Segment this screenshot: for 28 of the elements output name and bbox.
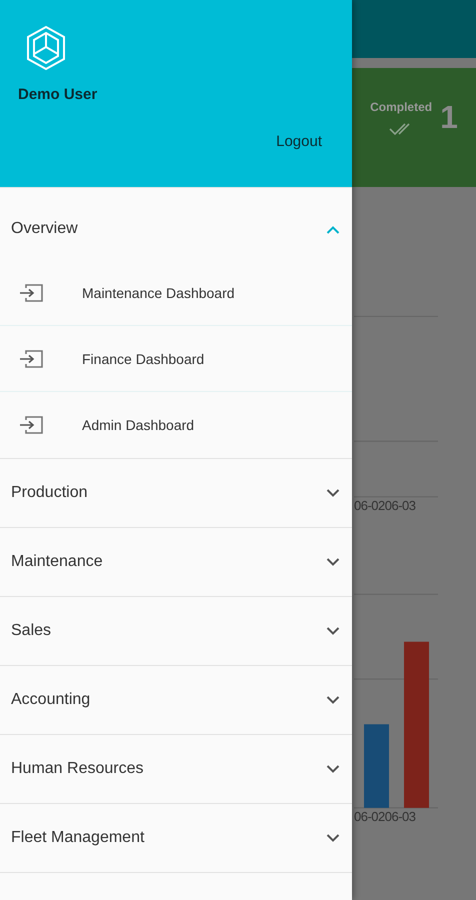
- chevron-down-icon: [326, 558, 340, 566]
- menu-section[interactable]: Sales: [0, 597, 352, 665]
- chevron-down-icon: [326, 764, 340, 774]
- menu-section[interactable]: Human Resources: [0, 735, 352, 803]
- chevron-up-icon: [326, 224, 340, 234]
- login-arrow-icon: [18, 415, 44, 435]
- menu-item[interactable]: Admin Dashboard: [0, 392, 352, 458]
- logout-link[interactable]: Logout: [276, 133, 322, 150]
- axis-label: 06-02: [354, 498, 385, 513]
- menu-section[interactable]: Overview: [0, 198, 352, 260]
- login-arrow-icon: [18, 348, 44, 368]
- menu-section[interactable]: Accounting: [0, 666, 352, 734]
- menu-item[interactable]: Finance Dashboard: [0, 326, 352, 392]
- user-name: Demo User: [18, 86, 98, 103]
- axis-label: 06-03: [384, 809, 416, 824]
- chevron-down-icon: [326, 834, 340, 842]
- chevron-down-icon: [326, 626, 340, 636]
- menu-section[interactable]: Fleet Management: [0, 804, 352, 872]
- menu-section[interactable]: Maintenance: [0, 528, 352, 596]
- menu-section[interactable]: Production: [0, 459, 352, 527]
- chevron-down-icon: [326, 488, 340, 498]
- axis-label: 06-02: [354, 809, 385, 824]
- login-arrow-icon: [18, 282, 44, 302]
- completed-count: 1: [440, 99, 458, 136]
- menu-item[interactable]: Maintenance Dashboard: [0, 260, 352, 326]
- axis-label: 06-03: [384, 498, 416, 513]
- chevron-down-icon: [326, 696, 340, 704]
- completed-label: Completed: [370, 100, 432, 114]
